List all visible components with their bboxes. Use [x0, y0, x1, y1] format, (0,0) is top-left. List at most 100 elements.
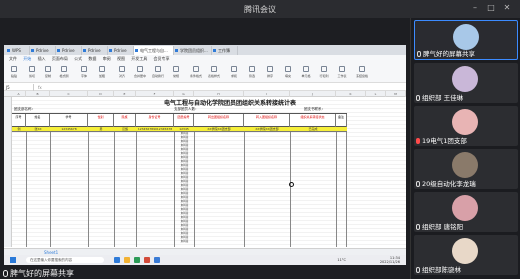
- row-headers: [4, 97, 12, 247]
- tab-icon: [109, 49, 112, 52]
- button-label: 条件格式: [189, 74, 202, 78]
- sum-button[interactable]: 求和: [228, 65, 240, 81]
- data-body[interactable]: 未转接 未转接 未转接 未转接 未转接 未转接 未转接 未转接 未转接 未转接 未转接 未转接 未转接未…: [12, 132, 347, 247]
- header-cell: 序号: [12, 114, 26, 128]
- freeze-panes-button[interactable]: 冻结窗格: [356, 65, 368, 81]
- close-icon[interactable]: ✕: [502, 3, 512, 13]
- button-label: 剪切: [28, 74, 35, 78]
- folder-icon[interactable]: [124, 257, 130, 263]
- menu-file[interactable]: 文件: [9, 55, 17, 63]
- menu-developer[interactable]: 开发工具: [131, 55, 147, 63]
- tab[interactable]: Pdrive: [108, 46, 134, 55]
- grid-line: [50, 132, 51, 247]
- tab[interactable]: 工作簿: [212, 46, 238, 55]
- participant-name: 19电气1团支部: [416, 135, 467, 145]
- wrap-text-button[interactable]: 自动换行: [152, 65, 164, 81]
- sort-button[interactable]: 排序: [264, 65, 276, 81]
- participants-panel: 脾气好的屏幕共享 组织部 王佳琳 19电气1团支部 20级自动化李龙瑞 组织部 …: [410, 18, 520, 279]
- worksheet-button[interactable]: 工作表: [336, 65, 348, 81]
- button-label: 行和列: [319, 74, 329, 78]
- menu-page-layout[interactable]: 页面布局: [52, 55, 68, 63]
- menu-review[interactable]: 审阅: [103, 55, 111, 63]
- font-button[interactable]: 字体: [78, 65, 90, 81]
- tab-icon: [31, 49, 34, 52]
- button-label: 加粗: [98, 74, 105, 78]
- menu-formula[interactable]: 公式: [74, 55, 82, 63]
- maximize-icon[interactable]: □: [486, 3, 496, 13]
- tab[interactable]: WPS: [6, 46, 30, 55]
- conditional-format-button[interactable]: 条件格式: [190, 65, 202, 81]
- participant-tile[interactable]: 组织部 唐铭阳: [414, 192, 518, 232]
- tab-label: 学院团员组织...: [180, 48, 208, 53]
- conditional-format-icon: [193, 66, 199, 72]
- microphone-muted-icon: [416, 138, 420, 144]
- app-icon[interactable]: [114, 257, 120, 263]
- rows-cols-button[interactable]: 行和列: [318, 65, 330, 81]
- tab-icon: [175, 49, 178, 52]
- microphone-icon: [416, 95, 420, 101]
- tab[interactable]: Pdrive: [30, 46, 56, 55]
- format-painter-button[interactable]: 格式刷: [58, 65, 70, 81]
- participant-tile[interactable]: 脾气好的屏幕共享: [414, 20, 518, 60]
- menu-member[interactable]: 会员专享: [154, 55, 170, 63]
- paste-button[interactable]: 粘贴: [8, 65, 20, 81]
- fill-button[interactable]: 填充: [282, 65, 294, 81]
- participant-name-text: 20级自动化李龙瑞: [422, 180, 476, 188]
- menu-data[interactable]: 数据: [88, 55, 96, 63]
- filter-button[interactable]: 筛选: [246, 65, 258, 81]
- formula-bar: J5 fx: [4, 84, 406, 91]
- merge-center-button[interactable]: 合并居中: [134, 65, 146, 81]
- tab-icon: [135, 49, 138, 52]
- app-icon[interactable]: [134, 257, 140, 263]
- button-label: 合并居中: [133, 74, 146, 78]
- paste-icon: [11, 66, 17, 72]
- tab-label: Pdrive: [62, 48, 75, 53]
- tab-label: WPS: [12, 48, 21, 53]
- participant-tile[interactable]: 组织部 王佳琳: [414, 63, 518, 103]
- menu-insert[interactable]: 插入: [38, 55, 46, 63]
- participant-tile[interactable]: 19电气1团支部: [414, 106, 518, 146]
- mouse-cursor: [289, 182, 294, 187]
- minimize-icon[interactable]: –: [470, 3, 480, 13]
- microphone-icon: [417, 51, 421, 57]
- tab[interactable]: Pdrive: [56, 46, 82, 55]
- name-box[interactable]: J5: [6, 84, 34, 91]
- header-cell: 备注: [336, 114, 347, 128]
- participant-tile[interactable]: 20级自动化李龙瑞: [414, 149, 518, 189]
- weather-label: 11°C: [337, 258, 346, 262]
- tab-label: 电气工程与自...: [140, 48, 168, 53]
- font-icon: [81, 66, 87, 72]
- menu-view[interactable]: 视图: [117, 55, 125, 63]
- tab-label: Pdrive: [88, 48, 101, 53]
- align-button[interactable]: 对齐: [116, 65, 128, 81]
- bold-button[interactable]: 加粗: [96, 65, 108, 81]
- fill-icon: [285, 66, 291, 72]
- tab[interactable]: 学院团员组织...: [174, 46, 212, 55]
- number-format-button[interactable]: 常规: [170, 65, 182, 81]
- tab-label: 工作簿: [218, 48, 230, 53]
- grid-line: [244, 132, 245, 247]
- taskbar-search[interactable]: 在这里输入你要搜索的内容: [26, 257, 104, 263]
- sheet-title: 电气工程与自动化学院团员团组织关系转接统计表: [164, 100, 297, 107]
- fx-icon[interactable]: fx: [38, 84, 42, 91]
- grid-line: [114, 132, 115, 247]
- table-header-row: 序号 姓名 学号 性别 民族 身份证号 团员编号 转出团组织名称 转入团组织名称…: [12, 113, 347, 128]
- grid-line: [336, 132, 337, 247]
- avatar: [452, 109, 478, 135]
- tab-active[interactable]: 电气工程与自...: [134, 46, 174, 55]
- tab[interactable]: Pdrive: [82, 46, 108, 55]
- app-icon[interactable]: [144, 257, 150, 263]
- status-column: 未转接 未转接 未转接 未转接 未转接 未转接 未转接 未转接 未转接 未转接 未转接 未转接 未转接未…: [179, 132, 190, 247]
- cell-button[interactable]: 单元格: [300, 65, 312, 81]
- participant-tile[interactable]: 组织部陈骁林: [414, 235, 518, 275]
- cut-button[interactable]: 剪切: [26, 65, 38, 81]
- table-style-button[interactable]: 表格样式: [208, 65, 220, 81]
- copy-button[interactable]: 复制: [42, 65, 54, 81]
- app-icon[interactable]: [154, 257, 160, 263]
- rows-cols-icon: [321, 66, 327, 72]
- header-cell: 团员编号: [174, 114, 194, 128]
- grid-line: [194, 132, 195, 247]
- meeting-app: 腾讯会议 – □ ✕ WPS Pdrive Pdrive Pdrive Pdri…: [0, 0, 520, 279]
- windows-start-icon[interactable]: [10, 257, 16, 263]
- cut-icon: [29, 66, 35, 72]
